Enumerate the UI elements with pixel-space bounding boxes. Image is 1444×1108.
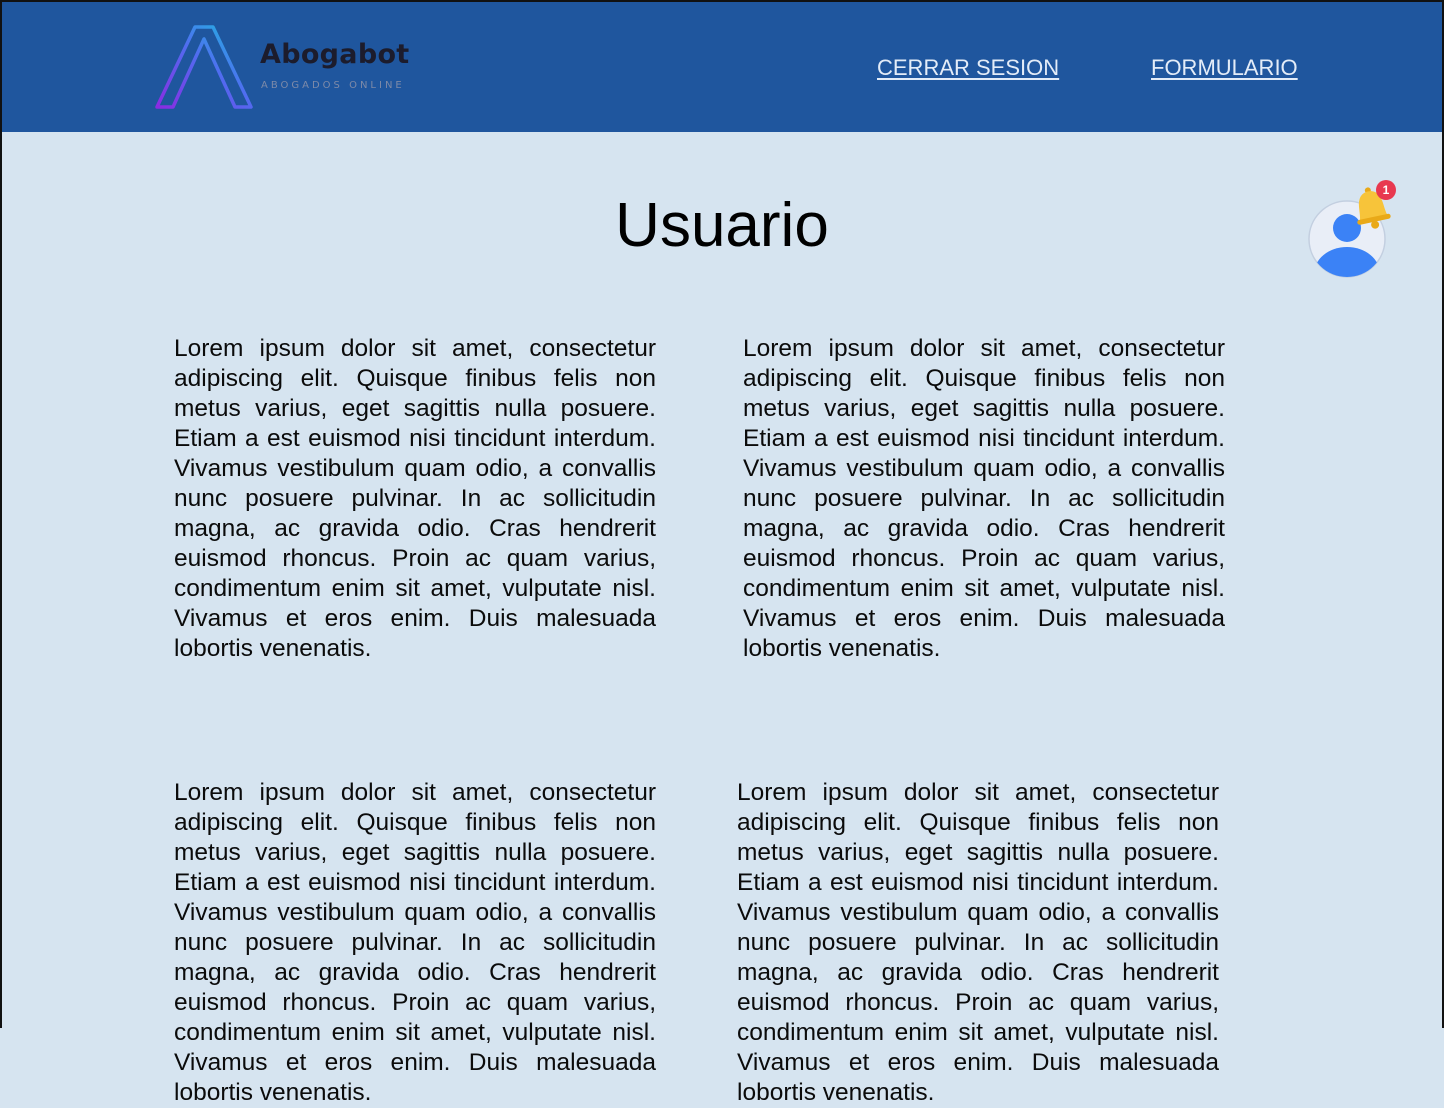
brand-tagline: ABOGADOS ONLINE [261, 80, 405, 91]
text-block-2: Lorem ipsum dolor sit amet, consectetur … [743, 335, 1225, 662]
brand-name: Abogabot [260, 39, 410, 70]
notification-badge-count: 1 [1382, 183, 1390, 197]
notification-button[interactable]: 1 [1350, 180, 1398, 232]
brand-logo[interactable]: Abogabot ABOGADOS ONLINE [155, 25, 425, 113]
text-block-4: Lorem ipsum dolor sit amet, consectetur … [737, 779, 1219, 1106]
abogabot-logo-icon [155, 25, 253, 109]
text-block-1: Lorem ipsum dolor sit amet, consectetur … [174, 335, 656, 662]
page-title: Usuario [615, 191, 829, 260]
form-link[interactable]: FORMULARIO [1151, 55, 1298, 81]
text-block-3: Lorem ipsum dolor sit amet, consectetur … [174, 779, 656, 1106]
logout-link[interactable]: CERRAR SESION [877, 55, 1059, 81]
top-navbar: Abogabot ABOGADOS ONLINE CERRAR SESION F… [0, 0, 1444, 132]
